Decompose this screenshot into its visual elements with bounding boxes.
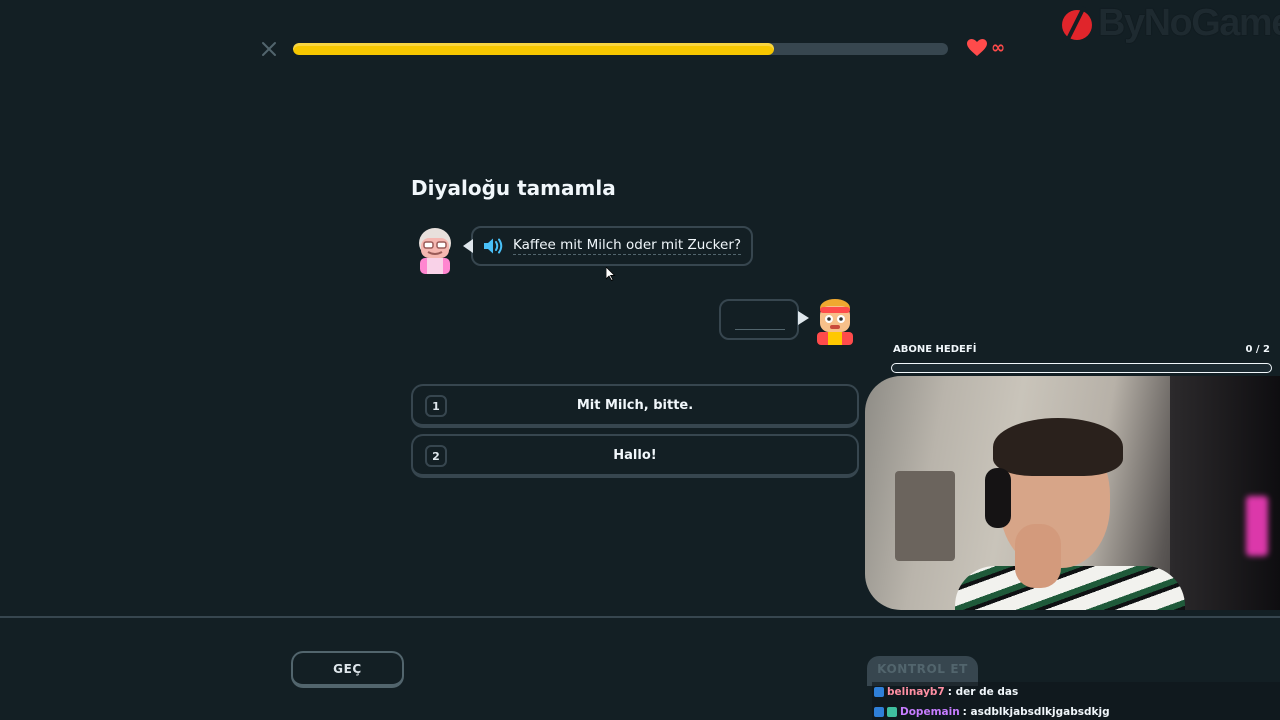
lesson-progress-bar (293, 43, 948, 55)
chat-badge-icon (887, 707, 897, 717)
subscriber-goal-label: ABONE HEDEFİ (893, 344, 977, 355)
prompt-sentence[interactable]: Kaffee mit Milch oder mit Zucker? (513, 237, 742, 255)
chat-badge-icon (874, 687, 884, 697)
character-grandma-avatar (414, 226, 456, 280)
choice-number-badge: 1 (425, 395, 447, 417)
close-button[interactable] (258, 38, 280, 60)
chat-username: belinayb7 (887, 686, 945, 698)
hearts-count: ∞ (991, 38, 1006, 58)
stream-chat: belinayb7 : der de das Dopemain : asdblk… (872, 682, 1280, 720)
stream-watermark: ByNoGame (1060, 2, 1280, 45)
boy-character-icon (817, 299, 853, 345)
character-boy-avatar (812, 298, 858, 350)
lesson-progress-fill (293, 43, 775, 55)
grandma-character-icon (419, 228, 451, 274)
answer-blank-bubble (719, 299, 809, 340)
footer-divider (0, 616, 1280, 618)
streamer-webcam (865, 376, 1280, 610)
chat-message: Dopemain : asdblkjabsdlkjgabsdkjg (872, 702, 1280, 720)
bynogame-logo-icon (1062, 5, 1092, 40)
prompt-speech-bubble: Kaffee mit Milch oder mit Zucker? (462, 226, 754, 266)
chat-message: belinayb7 : der de das (872, 682, 1280, 702)
mouse-cursor-icon (606, 267, 616, 281)
chat-text: : der de das (947, 686, 1019, 698)
skip-button[interactable]: GEÇ (291, 651, 404, 688)
subscriber-goal-bar (891, 363, 1272, 373)
choice-label: Mit Milch, bitte. (576, 397, 694, 413)
chat-badge-icon (874, 707, 884, 717)
choice-option-2[interactable]: 2 Hallo! (411, 434, 859, 478)
challenge-title: Diyaloğu tamamla (411, 176, 616, 200)
speaker-icon[interactable] (483, 237, 505, 255)
close-icon (262, 42, 276, 56)
chat-text: : asdblkjabsdlkjgabsdkjg (962, 706, 1110, 718)
subscriber-goal-widget: ABONE HEDEFİ 0 / 2 (891, 344, 1272, 376)
choice-label: Hallo! (613, 447, 657, 463)
watermark-text: ByNoGame (1098, 2, 1280, 44)
choice-number-badge: 2 (425, 445, 447, 467)
chat-username: Dopemain (900, 706, 960, 718)
answer-blank-line (735, 329, 785, 330)
subscriber-goal-count: 0 / 2 (1245, 344, 1270, 355)
heart-icon (967, 39, 987, 56)
choice-option-1[interactable]: 1 Mit Milch, bitte. (411, 384, 859, 428)
hearts-indicator: ∞ (967, 38, 1005, 58)
